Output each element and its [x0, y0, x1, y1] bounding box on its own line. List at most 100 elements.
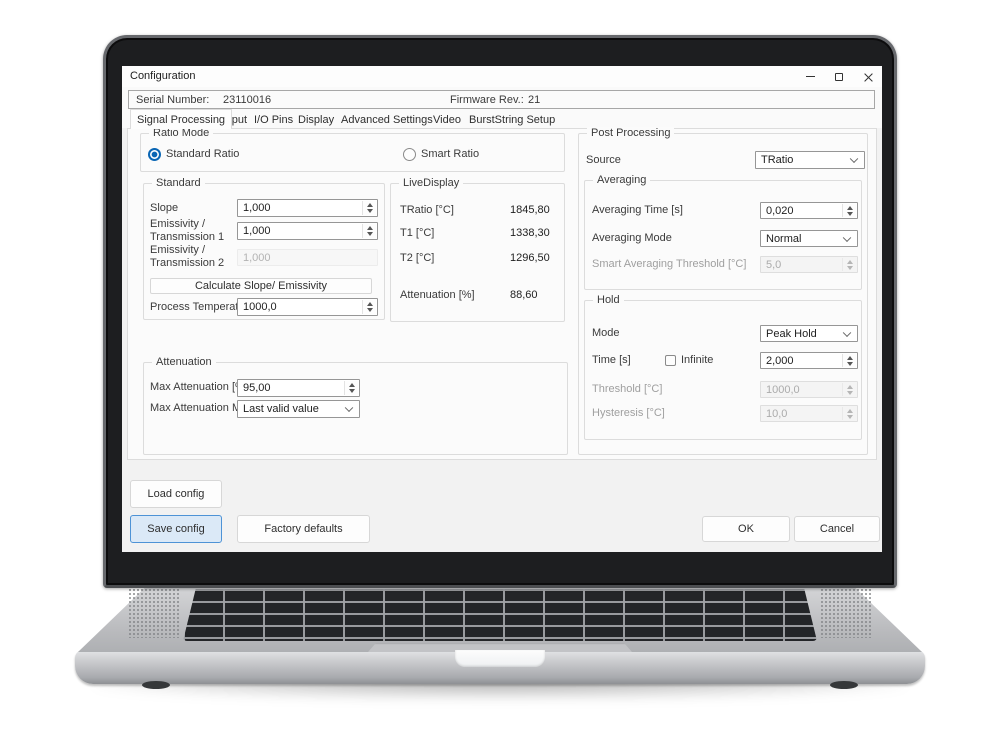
infinite-checkbox[interactable]	[665, 355, 676, 366]
maximize-button[interactable]	[828, 69, 850, 84]
hold-threshold-label: Threshold [°C]	[592, 383, 662, 396]
t2-value: 1296,50	[510, 252, 550, 264]
max-attenuation-label: Max Attenuation [%]	[150, 381, 248, 394]
ok-button[interactable]: OK	[702, 516, 790, 542]
averaging-mode-select[interactable]: Normal	[760, 230, 858, 247]
process-temperature-input[interactable]: 1000,0	[237, 298, 378, 316]
max-attenuation-spinner[interactable]	[344, 381, 358, 395]
smart-ratio-label[interactable]: Smart Ratio	[421, 148, 479, 161]
averaging-time-label: Averaging Time [s]	[592, 204, 683, 217]
tab-signal-processing[interactable]: Signal Processing	[130, 109, 232, 129]
close-icon	[864, 72, 873, 81]
averaging-time-input[interactable]: 0,020	[760, 202, 858, 219]
t1-label: T1 [°C]	[400, 227, 434, 240]
spin-down-icon	[847, 362, 853, 366]
hold-mode-value: Peak Hold	[766, 328, 817, 340]
t2-label: T2 [°C]	[400, 252, 434, 265]
laptop-mockup-scene: Configuration Serial Number: 23110016 Fi…	[0, 0, 1000, 729]
process-temperature-value: 1000,0	[243, 301, 277, 313]
tab-advanced-settings[interactable]: Advanced Settings	[335, 111, 439, 128]
spin-up-icon	[367, 226, 373, 230]
laptop-lid-notch	[455, 650, 545, 667]
maximize-icon	[835, 73, 843, 81]
attenuation-live-value: 88,60	[510, 289, 538, 301]
hold-time-spinner[interactable]	[842, 354, 856, 367]
attenuation-live-label: Attenuation [%]	[400, 289, 475, 302]
spin-up-icon	[847, 260, 853, 264]
window-title: Configuration	[130, 70, 195, 82]
tratio-label: TRatio [°C]	[400, 204, 454, 217]
spin-up-icon	[847, 206, 853, 210]
averaging-time-spinner[interactable]	[842, 204, 856, 217]
hysteresis-input-disabled: 10,0	[760, 405, 858, 422]
speaker-grille-left	[128, 588, 180, 638]
emissivity1-input[interactable]: 1,000	[237, 222, 378, 240]
laptop-foot-left	[142, 681, 170, 689]
calculate-slope-emissivity-button[interactable]: Calculate Slope/ Emissivity	[150, 278, 372, 294]
hold-time-label: Time [s]	[592, 354, 631, 367]
smart-averaging-threshold-value: 5,0	[766, 259, 781, 271]
hold-legend: Hold	[593, 294, 624, 306]
chevron-down-icon	[843, 328, 851, 336]
chevron-down-icon	[345, 404, 353, 412]
tab-display[interactable]: Display	[292, 111, 340, 128]
speaker-grille-right	[820, 588, 872, 638]
spin-down-icon	[847, 212, 853, 216]
spin-up-icon	[367, 203, 373, 207]
attenuation-legend: Attenuation	[152, 356, 216, 368]
tab-burststring-setup[interactable]: BurstString Setup	[463, 111, 561, 128]
spin-up-icon	[847, 385, 853, 389]
standard-ratio-label[interactable]: Standard Ratio	[166, 148, 239, 161]
save-config-button[interactable]: Save config	[130, 515, 222, 543]
source-value: TRatio	[761, 154, 793, 166]
t1-value: 1338,30	[510, 227, 550, 239]
laptop-screen: Configuration Serial Number: 23110016 Fi…	[122, 66, 882, 552]
cancel-button[interactable]: Cancel	[794, 516, 880, 542]
source-label: Source	[586, 154, 621, 167]
laptop-foot-right	[830, 681, 858, 689]
emissivity2-input-disabled: 1,000	[237, 249, 378, 266]
hold-mode-label: Mode	[592, 327, 620, 340]
process-temperature-spinner[interactable]	[362, 300, 376, 314]
load-config-button[interactable]: Load config	[130, 480, 222, 508]
slope-value: 1,000	[243, 202, 271, 214]
spin-down-icon	[367, 232, 373, 236]
factory-defaults-button[interactable]: Factory defaults	[237, 515, 370, 543]
smart-ratio-radio[interactable]	[403, 148, 416, 161]
live-display-legend: LiveDisplay	[399, 177, 463, 189]
serial-number-value: 23110016	[223, 94, 271, 107]
averaging-mode-label: Averaging Mode	[592, 232, 672, 245]
chevron-down-icon	[850, 155, 858, 163]
spin-down-icon	[847, 266, 853, 270]
spin-up-icon	[349, 383, 355, 387]
emissivity1-label: Emissivity / Transmission 1	[150, 218, 224, 244]
hold-threshold-spinner	[842, 383, 856, 396]
chevron-down-icon	[843, 233, 851, 241]
emissivity1-spinner[interactable]	[362, 224, 376, 238]
max-attenuation-input[interactable]: 95,00	[237, 379, 360, 397]
standard-ratio-radio[interactable]	[148, 148, 161, 161]
infinite-label[interactable]: Infinite	[681, 354, 713, 367]
close-button[interactable]	[857, 69, 879, 84]
smart-averaging-threshold-spinner	[842, 258, 856, 271]
smart-averaging-threshold-label: Smart Averaging Threshold [°C]	[592, 258, 746, 271]
emissivity1-value: 1,000	[243, 225, 271, 237]
serial-number-label: Serial Number:	[136, 94, 209, 107]
hold-threshold-input-disabled: 1000,0	[760, 381, 858, 398]
standard-legend: Standard	[152, 177, 205, 189]
slope-spinner[interactable]	[362, 201, 376, 215]
max-attenuation-mode-select[interactable]: Last valid value	[237, 400, 360, 418]
spin-down-icon	[349, 389, 355, 393]
spin-down-icon	[847, 415, 853, 419]
averaging-legend: Averaging	[593, 174, 650, 186]
hold-threshold-value: 1000,0	[766, 384, 800, 396]
spin-up-icon	[847, 409, 853, 413]
hold-mode-select[interactable]: Peak Hold	[760, 325, 858, 342]
slope-input[interactable]: 1,000	[237, 199, 378, 217]
averaging-time-value: 0,020	[766, 205, 794, 217]
minimize-button[interactable]	[799, 69, 821, 84]
tab-video[interactable]: Video	[427, 111, 467, 128]
source-select[interactable]: TRatio	[755, 151, 865, 169]
emissivity2-value: 1,000	[243, 252, 271, 264]
hold-time-input[interactable]: 2,000	[760, 352, 858, 369]
